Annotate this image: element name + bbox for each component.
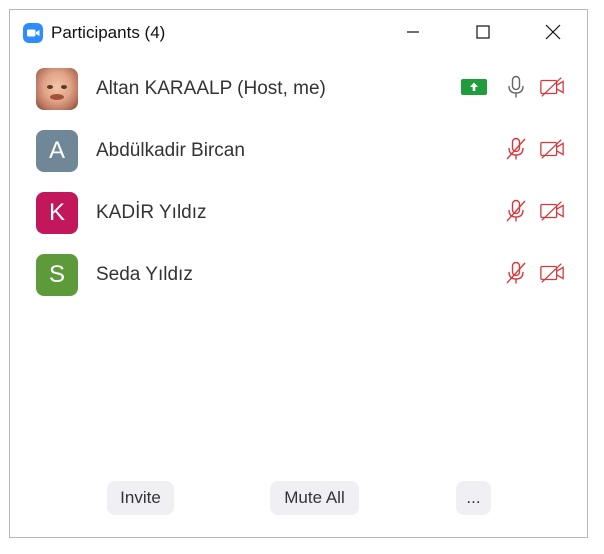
participant-status [503, 260, 565, 286]
title-bar[interactable]: Participants (4) [10, 10, 587, 54]
video-off-icon[interactable] [539, 260, 565, 286]
avatar-letter: S [48, 261, 65, 288]
avatar-letter: A [48, 137, 65, 164]
participant-status [503, 198, 565, 224]
footer-toolbar: Invite Mute All ... [10, 481, 587, 517]
participants-window: Participants (4) Altan KARAALP (Host, me… [9, 9, 588, 538]
avatar-photo [47, 85, 67, 100]
avatar: K [36, 192, 78, 234]
avatar-letter: K [48, 199, 65, 226]
window-title: Participants (4) [51, 23, 166, 42]
maximize-button[interactable] [460, 16, 506, 48]
avatar: A [36, 130, 78, 172]
maximize-icon [476, 25, 490, 39]
participant-row[interactable]: A Abdülkadir Bircan [10, 122, 587, 184]
participant-row[interactable]: S Seda Yıldız [10, 246, 587, 308]
minimize-icon [407, 31, 419, 33]
participant-name: Altan KARAALP (Host, me) [96, 78, 326, 99]
microphone-muted-icon[interactable] [503, 198, 529, 224]
close-button[interactable] [530, 16, 576, 48]
participant-name: Seda Yıldız [96, 264, 193, 285]
participant-name: Abdülkadir Bircan [96, 140, 245, 161]
mute-all-button[interactable]: Mute All [270, 481, 359, 515]
video-off-icon[interactable] [539, 74, 565, 100]
screen-share-icon [461, 79, 487, 95]
participant-list: Altan KARAALP (Host, me) A Abdülkadir Bi… [10, 60, 587, 308]
invite-button[interactable]: Invite [107, 481, 174, 515]
video-off-icon[interactable] [539, 198, 565, 224]
zoom-camera-icon [23, 23, 43, 43]
participant-row[interactable]: Altan KARAALP (Host, me) [10, 60, 587, 122]
participant-name: KADİR Yıldız [96, 202, 207, 223]
minimize-button[interactable] [390, 16, 436, 48]
participant-row[interactable]: K KADİR Yıldız [10, 184, 587, 246]
more-options-button[interactable]: ... [456, 481, 491, 515]
participant-status [503, 136, 565, 162]
participant-status [461, 74, 565, 100]
microphone-muted-icon[interactable] [503, 136, 529, 162]
video-off-icon[interactable] [539, 136, 565, 162]
avatar: S [36, 254, 78, 296]
avatar [36, 68, 78, 110]
microphone-icon[interactable] [503, 74, 529, 100]
microphone-muted-icon[interactable] [503, 260, 529, 286]
close-icon [545, 24, 561, 40]
